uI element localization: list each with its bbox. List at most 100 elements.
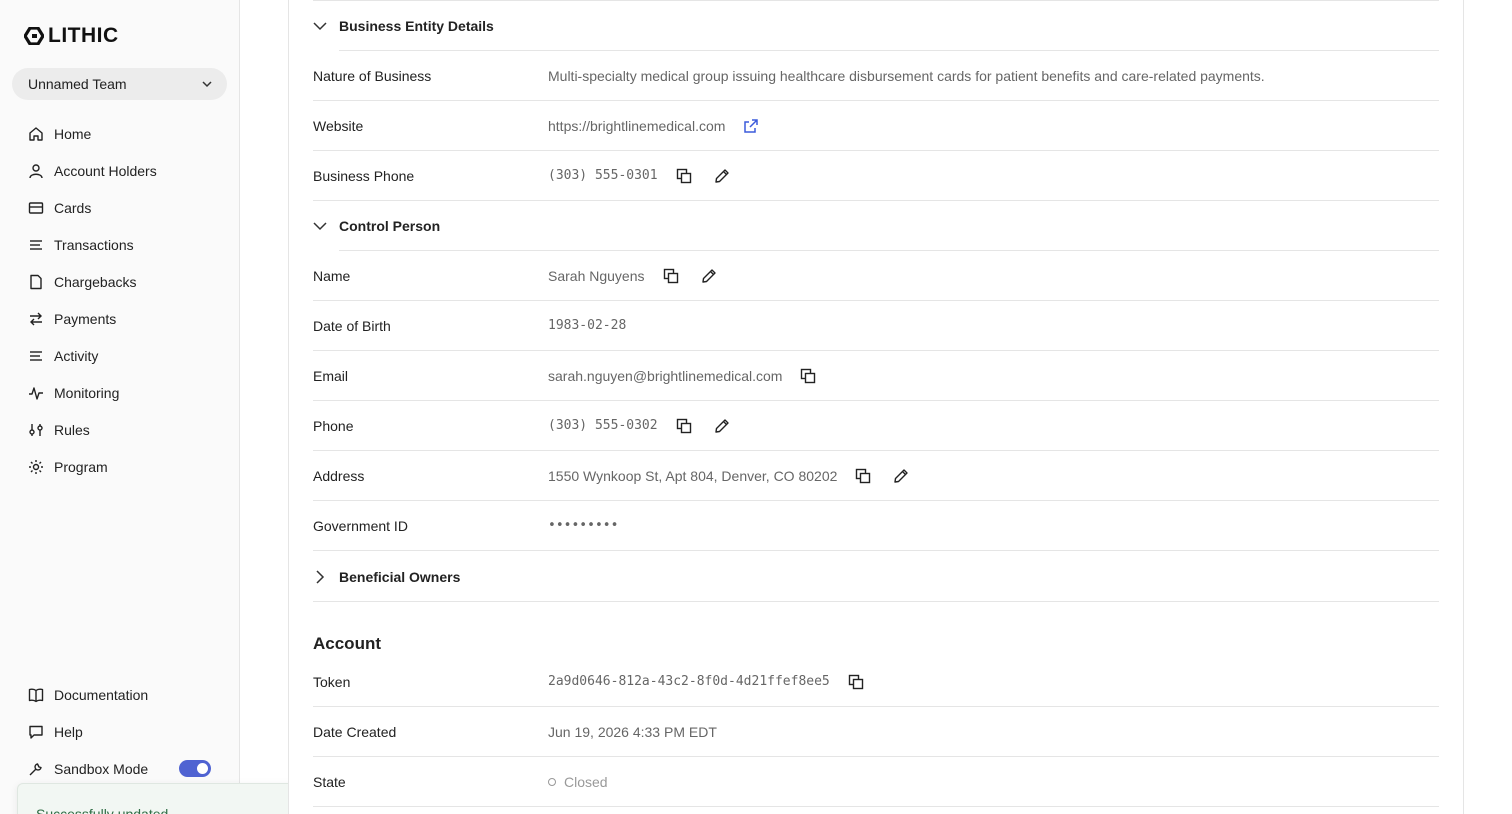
brand-name: LITHIC <box>48 24 119 47</box>
field-label: Address <box>313 467 365 484</box>
nav-item-activity[interactable]: Activity <box>12 337 227 374</box>
nav-item-account-holders[interactable]: Account Holders <box>12 152 227 189</box>
row-token: Token 2a9d0646-812a-43c2-8f0d-4d21ffef8e… <box>313 657 1439 707</box>
nav-label: Account Holders <box>54 162 157 179</box>
main-nav: Home Account Holders Cards Transactions … <box>12 115 227 485</box>
chat-icon <box>29 725 43 739</box>
row-address: Address 1550 Wynkoop St, Apt 804, Denver… <box>313 451 1439 501</box>
sandbox-toggle[interactable] <box>179 760 211 777</box>
lithic-logo-icon <box>24 27 44 45</box>
row-date-of-birth: Date of Birth 1983-02-28 <box>313 301 1439 351</box>
nav-item-monitoring[interactable]: Monitoring <box>12 374 227 411</box>
row-website: Website https://brightlinemedical.com <box>313 101 1439 151</box>
section-title: Beneficial Owners <box>339 568 461 585</box>
copy-icon[interactable] <box>661 266 681 286</box>
nav-item-payments[interactable]: Payments <box>12 300 227 337</box>
field-label: Government ID <box>313 517 408 534</box>
row-state: State Closed <box>313 757 1439 807</box>
copy-icon[interactable] <box>674 166 694 186</box>
wrench-icon <box>29 762 42 775</box>
nav-label: Sandbox Mode <box>54 760 149 777</box>
nav-item-documentation[interactable]: Documentation <box>12 676 227 713</box>
field-value: (303) 555-0301 <box>548 168 658 183</box>
field-value: Jun 19, 2026 4:33 PM EDT <box>548 723 717 740</box>
website-link[interactable]: https://brightlinemedical.com <box>548 118 725 134</box>
nav-label: Program <box>54 458 108 475</box>
edit-icon[interactable] <box>712 166 732 186</box>
field-label: Name <box>313 267 351 284</box>
field-label: Phone <box>313 417 354 434</box>
row-email: Email sarah.nguyen@brightlinemedical.com <box>313 351 1439 401</box>
nav-label: Transactions <box>54 236 134 253</box>
team-selector[interactable]: Unnamed Team <box>12 68 227 100</box>
nav-item-help[interactable]: Help <box>12 713 227 750</box>
nav-label: Home <box>54 125 92 142</box>
field-label: Website <box>313 117 364 134</box>
field-value: sarah.nguyen@brightlinemedical.com <box>548 367 783 384</box>
row-name: Name Sarah Nguyens <box>313 251 1439 301</box>
field-value: Sarah Nguyens <box>548 267 645 284</box>
sliders-icon <box>29 423 43 436</box>
user-icon <box>29 163 43 178</box>
nav-label: Chargebacks <box>54 273 137 290</box>
pulse-icon <box>29 386 43 400</box>
field-value: 1983-02-28 <box>548 318 627 333</box>
edit-icon[interactable] <box>699 266 719 286</box>
nav-item-chargebacks[interactable]: Chargebacks <box>12 263 227 300</box>
copy-icon[interactable] <box>853 466 873 486</box>
external-link-icon[interactable] <box>741 116 761 136</box>
nav-label: Rules <box>54 421 90 438</box>
team-name: Unnamed Team <box>28 76 127 92</box>
list-icon <box>30 239 42 250</box>
nav-item-rules[interactable]: Rules <box>12 411 227 448</box>
nav-label: Activity <box>54 347 99 364</box>
field-label: Date of Birth <box>313 317 391 334</box>
nav-item-transactions[interactable]: Transactions <box>12 226 227 263</box>
field-label: Token <box>313 673 351 690</box>
section-control-person[interactable]: Control Person <box>313 201 1439 251</box>
chevron-down-icon <box>313 222 327 231</box>
nav-item-home[interactable]: Home <box>12 115 227 152</box>
home-icon <box>29 126 43 141</box>
status-dot-icon <box>548 777 556 786</box>
field-value: 1550 Wynkoop St, Apt 804, Denver, CO 802… <box>548 467 838 484</box>
chevron-right-icon <box>316 569 325 584</box>
toast-message: Successfully updated <box>36 806 169 814</box>
section-beneficial-owners[interactable]: Beneficial Owners <box>313 552 1439 602</box>
status-badge: Closed <box>564 773 608 790</box>
copy-icon[interactable] <box>798 366 818 386</box>
masked-value: ••••••••• <box>548 518 619 533</box>
field-label: Email <box>313 367 349 384</box>
secondary-nav: Documentation Help Sandbox Mode <box>12 676 227 787</box>
nav-item-cards[interactable]: Cards <box>12 189 227 226</box>
copy-icon[interactable] <box>846 672 866 692</box>
sidebar: LITHIC Unnamed Team Home Account Holders… <box>0 0 240 814</box>
nav-item-program[interactable]: Program <box>12 448 227 485</box>
edit-icon[interactable] <box>891 466 911 486</box>
copy-icon[interactable] <box>674 416 694 436</box>
nav-label: Payments <box>54 310 117 327</box>
field-label: State <box>313 773 346 790</box>
field-value: (303) 555-0302 <box>548 418 658 433</box>
gear-icon <box>29 459 43 474</box>
row-nature-of-business: Nature of Business Multi-specialty medic… <box>313 51 1439 101</box>
chevron-down-icon <box>202 81 212 88</box>
chevron-down-icon <box>313 22 327 31</box>
section-title: Business Entity Details <box>339 18 494 34</box>
list-icon <box>30 350 42 361</box>
nav-label: Help <box>54 723 83 740</box>
field-value: Multi-specialty medical group issuing he… <box>548 67 1265 84</box>
nav-item-sandbox-mode[interactable]: Sandbox Mode <box>12 750 227 787</box>
row-business-phone: Business Phone (303) 555-0301 <box>313 151 1439 201</box>
field-label: Nature of Business <box>313 67 432 84</box>
field-value: 2a9d0646-812a-43c2-8f0d-4d21ffef8ee5 <box>548 674 830 689</box>
card-icon <box>28 201 44 214</box>
document-icon <box>30 274 42 289</box>
success-toast: Successfully updated <box>17 783 329 814</box>
row-date-created: Date Created Jun 19, 2026 4:33 PM EDT <box>313 707 1439 757</box>
logo[interactable]: LITHIC <box>24 24 119 48</box>
section-title: Control Person <box>339 218 441 234</box>
edit-icon[interactable] <box>712 416 732 436</box>
account-heading: Account <box>313 634 381 653</box>
section-business-entity-details[interactable]: Business Entity Details <box>313 1 1439 51</box>
